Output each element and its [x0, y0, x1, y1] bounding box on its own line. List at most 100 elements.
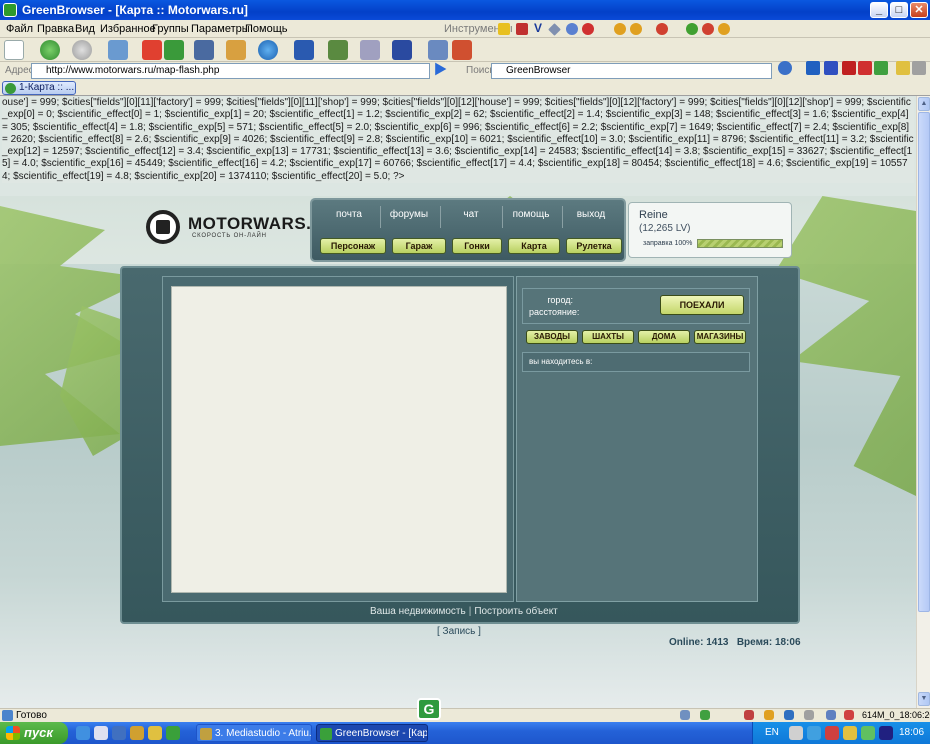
status-tool-3-icon[interactable]: [744, 710, 754, 720]
houses-button[interactable]: ДОМА: [638, 330, 690, 344]
shop-icon[interactable]: [874, 61, 888, 75]
option-dot-4-icon[interactable]: [686, 23, 698, 35]
quicklaunch-app2-icon[interactable]: [148, 726, 162, 740]
nav-character-button[interactable]: Персонаж: [320, 238, 386, 254]
screen-icon[interactable]: [428, 40, 448, 60]
yahoo-icon[interactable]: [842, 61, 856, 75]
menu-groups[interactable]: Группы: [152, 23, 189, 35]
web-icon[interactable]: [258, 40, 278, 60]
new-page-icon[interactable]: [4, 40, 24, 60]
diamond-tool-icon[interactable]: [548, 23, 561, 36]
home-icon[interactable]: [108, 40, 128, 60]
factories-button[interactable]: ЗАВОДЫ: [526, 330, 578, 344]
close-button[interactable]: ✕: [910, 2, 928, 18]
go-icon[interactable]: [435, 62, 447, 76]
motorwars-logo[interactable]: MOTORWARS.RU СКОРОСТЬ ОН-ЛАЙН: [146, 210, 336, 244]
scroll-down-icon[interactable]: ▼: [918, 692, 930, 706]
menu-file[interactable]: Файл: [6, 23, 33, 35]
status-tool-1-icon[interactable]: [680, 710, 690, 720]
tray-app5-icon[interactable]: [861, 726, 875, 740]
stop-tool-icon[interactable]: [582, 23, 594, 35]
menu-help[interactable]: Помощь: [245, 23, 288, 35]
mines-button[interactable]: ШАХТЫ: [582, 330, 634, 344]
status-tool-7-icon[interactable]: [826, 710, 836, 720]
highlight-tool-icon[interactable]: [498, 23, 510, 35]
shops-button[interactable]: МАГАЗИНЫ: [694, 330, 746, 344]
option-dot-3-icon[interactable]: [656, 23, 668, 35]
build-object-link[interactable]: Построить объект: [474, 606, 557, 617]
tray-app3-icon[interactable]: [825, 726, 839, 740]
option-dot-6-icon[interactable]: [718, 23, 730, 35]
maximize-button[interactable]: □: [890, 2, 908, 18]
back-icon[interactable]: [40, 40, 60, 60]
menu-edit[interactable]: Правка: [37, 23, 74, 35]
tray-app2-icon[interactable]: [807, 726, 821, 740]
forward-icon[interactable]: [72, 40, 92, 60]
nav-help[interactable]: помощь: [502, 209, 560, 220]
paw-icon[interactable]: [806, 61, 820, 75]
status-tool-8-icon[interactable]: [844, 710, 854, 720]
quicklaunch-ie-icon[interactable]: [76, 726, 90, 740]
nav-mail[interactable]: почта: [320, 209, 378, 220]
v-tool-icon[interactable]: V: [534, 21, 546, 35]
search-input[interactable]: GreenBrowser: [491, 63, 772, 79]
nav-chat[interactable]: чат: [442, 209, 500, 220]
stop-icon[interactable]: [142, 40, 162, 60]
option-dot-5-icon[interactable]: [702, 23, 714, 35]
language-indicator[interactable]: EN: [765, 722, 779, 744]
task-greenbrowser[interactable]: GreenBrowser - [Кар...: [316, 724, 428, 742]
minimize-button[interactable]: _: [870, 2, 888, 18]
map-area[interactable]: [171, 286, 507, 593]
status-tool-2-icon[interactable]: [700, 710, 710, 720]
user-name[interactable]: Reine: [639, 209, 668, 221]
option-dot-2-icon[interactable]: [630, 23, 642, 35]
window-titlebar[interactable]: GreenBrowser - [Карта :: Motorwars.ru] _…: [0, 0, 930, 20]
nav-forums[interactable]: форумы: [380, 209, 438, 220]
scroll-up-icon[interactable]: ▲: [918, 97, 930, 111]
search-tool-icon[interactable]: [566, 23, 578, 35]
nav-roulette-button[interactable]: Рулетка: [566, 238, 622, 254]
menu-favorites[interactable]: Избранное: [100, 23, 156, 35]
task-mediastudio[interactable]: 3. Mediastudio - Atriu...: [196, 724, 312, 742]
tab-map[interactable]: 1-Карта :: ...: [2, 81, 76, 95]
vertical-scrollbar[interactable]: ▲ ▼: [916, 96, 930, 708]
tray-app4-icon[interactable]: [843, 726, 857, 740]
download-icon[interactable]: [328, 40, 348, 60]
nav-map-button[interactable]: Карта: [508, 238, 560, 254]
nav-races-button[interactable]: Гонки: [452, 238, 502, 254]
status-tool-5-icon[interactable]: [784, 710, 794, 720]
menu-view[interactable]: Вид: [75, 23, 95, 35]
scroll-thumb[interactable]: [918, 112, 930, 612]
quicklaunch-app1-icon[interactable]: [130, 726, 144, 740]
start-button[interactable]: пуск: [0, 722, 68, 744]
my-property-link[interactable]: Ваша недвижимость: [370, 606, 466, 617]
tray-app6-icon[interactable]: [879, 726, 893, 740]
record-link[interactable]: [ Запись ]: [437, 626, 481, 637]
save-icon[interactable]: [392, 40, 412, 60]
undo-icon[interactable]: [294, 40, 314, 60]
quicklaunch-outlook-icon[interactable]: [94, 726, 108, 740]
popup-blocker-icon[interactable]: [516, 23, 528, 35]
option-dot-1-icon[interactable]: [614, 23, 626, 35]
tools-icon[interactable]: [360, 40, 380, 60]
quicklaunch-greenbrowser-icon[interactable]: [166, 726, 180, 740]
url-input[interactable]: http://www.motorwars.ru/map-flash.php: [31, 63, 430, 79]
google-icon[interactable]: [824, 61, 838, 75]
search-engine-icon[interactable]: [778, 61, 792, 75]
favorites-icon[interactable]: [194, 40, 214, 60]
status-tool-4-icon[interactable]: [764, 710, 774, 720]
taskbar-clock[interactable]: 18:06: [899, 722, 924, 744]
groups-icon[interactable]: [226, 40, 246, 60]
clean-icon[interactable]: [452, 40, 472, 60]
settings-icon[interactable]: [912, 61, 926, 75]
go-button[interactable]: ПОЕХАЛИ: [660, 295, 744, 315]
tray-app1-icon[interactable]: [789, 726, 803, 740]
bookmark-icon[interactable]: [858, 61, 872, 75]
status-tool-6-icon[interactable]: [804, 710, 814, 720]
refresh-icon[interactable]: [164, 40, 184, 60]
nav-garage-button[interactable]: Гараж: [392, 238, 446, 254]
highlight-icon[interactable]: [896, 61, 910, 75]
nav-exit[interactable]: выход: [562, 209, 620, 220]
quicklaunch-desktop-icon[interactable]: [112, 726, 126, 740]
menu-options[interactable]: Параметры: [191, 23, 250, 35]
